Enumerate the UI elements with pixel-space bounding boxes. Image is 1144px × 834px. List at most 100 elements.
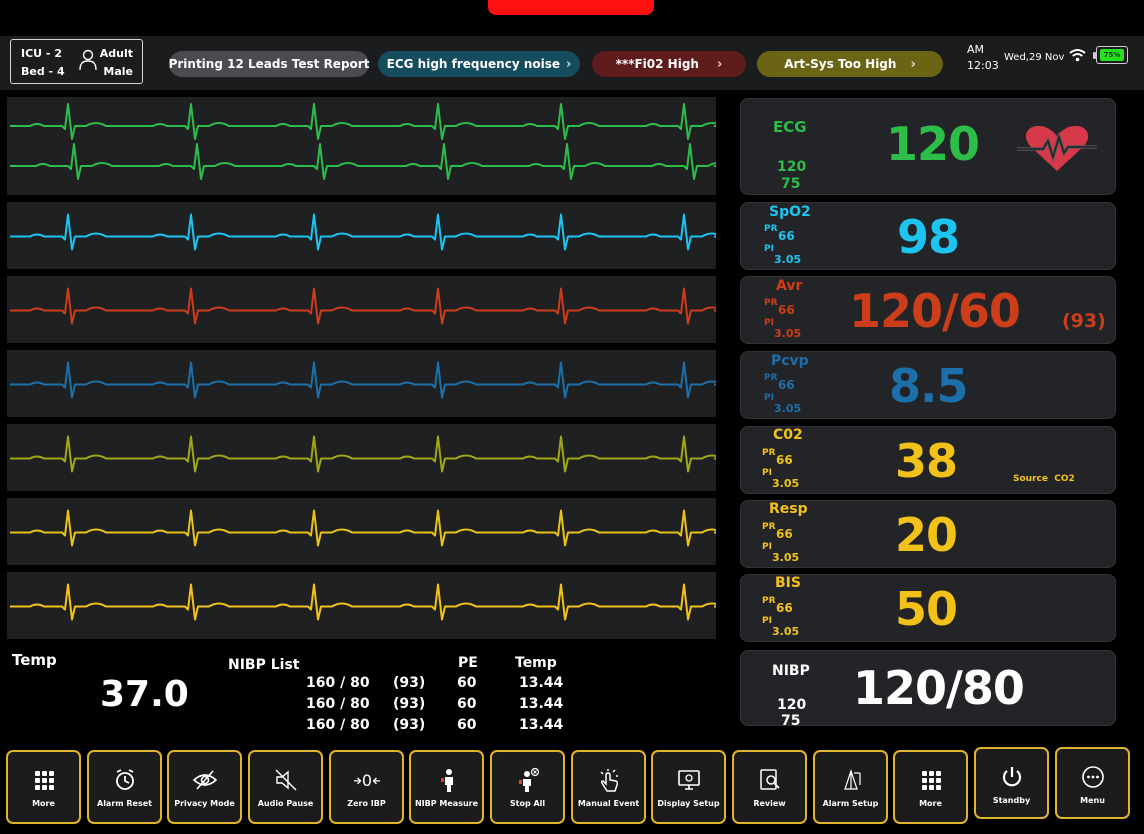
resp-card[interactable]: Resp PR 66 PI 3.05 20 bbox=[740, 500, 1116, 568]
alarm-reset-button[interactable]: Alarm Reset bbox=[87, 750, 162, 824]
alert-ecg-noise[interactable]: ECG high frequency noise › bbox=[378, 51, 580, 77]
standby-button[interactable]: Standby bbox=[974, 747, 1049, 819]
menu-dots-icon bbox=[1057, 763, 1128, 791]
battery-level: 75% bbox=[1100, 49, 1124, 61]
chevron-right-icon: › bbox=[566, 56, 572, 72]
co2-card[interactable]: C02 PR 66 PI 3.05 38 Source CO2 bbox=[740, 426, 1116, 494]
waveform-panel[interactable] bbox=[7, 572, 716, 639]
eye-off-icon bbox=[169, 766, 240, 794]
grid-icon bbox=[8, 766, 79, 794]
nibp-row-bp: 160 / 80 bbox=[306, 675, 370, 691]
waveform-line bbox=[10, 435, 716, 473]
alert-fio2-high[interactable]: ***Fi02 High › bbox=[592, 51, 746, 77]
svg-text:→0←: →0← bbox=[354, 771, 380, 790]
waveform-panel[interactable] bbox=[7, 276, 716, 343]
alert-label: Art-Sys Too High bbox=[784, 57, 897, 71]
zero-ibp-button[interactable]: →0← Zero IBP bbox=[329, 750, 404, 824]
pr-label: PR bbox=[762, 522, 776, 532]
wifi-icon bbox=[1069, 49, 1086, 62]
waveform-trace bbox=[10, 213, 716, 251]
alarm-setup-button[interactable]: Alarm Setup bbox=[813, 750, 888, 824]
avr-label: Avr bbox=[776, 278, 803, 294]
toolbar-button-label: Alarm Reset bbox=[97, 799, 152, 808]
bis-card[interactable]: BIS PR 66 PI 3.05 50 bbox=[740, 574, 1116, 642]
heart-icon bbox=[1017, 125, 1097, 171]
waveform-panel[interactable] bbox=[7, 498, 716, 565]
col-temp: Temp bbox=[515, 655, 557, 671]
ecg-alarm-low: 75 bbox=[781, 176, 801, 192]
waveform-line bbox=[10, 287, 716, 325]
waveform-trace bbox=[10, 583, 716, 621]
patient-info[interactable]: ICU - 2 Bed - 4 Adult Male bbox=[10, 39, 143, 84]
display-setup-button[interactable]: Display Setup bbox=[651, 750, 726, 824]
pi-value: 3.05 bbox=[774, 253, 802, 266]
alert-label: Printing 12 Leads Test Report bbox=[168, 57, 370, 71]
nibp-row-temp: 13.44 bbox=[519, 696, 564, 712]
waveform-line bbox=[10, 509, 716, 547]
pr-value: 66 bbox=[776, 527, 793, 541]
spo2-card[interactable]: SpO2 PR 66 PI 3.05 98 bbox=[740, 202, 1116, 270]
alert-label: ***Fi02 High bbox=[615, 57, 699, 71]
nibp-row-temp: 13.44 bbox=[519, 675, 564, 691]
mute-icon bbox=[250, 766, 321, 794]
hand-tap-icon bbox=[573, 766, 644, 794]
temp-label: Temp bbox=[12, 651, 57, 669]
co2-label: C02 bbox=[773, 427, 803, 443]
nibp-measure-button[interactable]: NIBP Measure bbox=[409, 750, 484, 824]
alarm-reset-icon bbox=[89, 766, 160, 794]
temp-value: 37.0 bbox=[100, 674, 189, 715]
audio-pause-button[interactable]: Audio Pause bbox=[248, 750, 323, 824]
ampm-label: AM bbox=[967, 43, 985, 56]
pr-value: 66 bbox=[776, 453, 793, 467]
privacy-mode-button[interactable]: Privacy Mode bbox=[167, 750, 242, 824]
pcvp-card[interactable]: Pcvp PR 66 PI 3.05 8.5 bbox=[740, 351, 1116, 419]
toolbar-button-label: Menu bbox=[1080, 796, 1105, 805]
stop-all-button[interactable]: Stop All bbox=[490, 750, 565, 824]
person-icon bbox=[79, 49, 97, 71]
review-icon bbox=[734, 766, 805, 794]
co2-value: 38 bbox=[895, 434, 958, 488]
ecg-value: 120 bbox=[886, 117, 980, 171]
waveform-panel[interactable] bbox=[7, 350, 716, 417]
waveform-line bbox=[10, 103, 716, 140]
pi-label: PI bbox=[764, 244, 774, 254]
manual-event-button[interactable]: Manual Event bbox=[571, 750, 646, 824]
grid-icon bbox=[895, 766, 966, 794]
pr-label: PR bbox=[764, 224, 778, 234]
pi-value: 3.05 bbox=[772, 477, 800, 490]
zero-icon: →0← bbox=[331, 766, 402, 794]
waveform-trace bbox=[10, 287, 716, 325]
avr-card[interactable]: Avr PR 66 PI 3.05 120/60 (93) bbox=[740, 276, 1116, 344]
waveform-trace bbox=[10, 435, 716, 473]
alert-printing[interactable]: Printing 12 Leads Test Report bbox=[169, 51, 369, 77]
waveform-panel[interactable] bbox=[7, 97, 716, 195]
review-button[interactable]: Review bbox=[732, 750, 807, 824]
pi-value: 3.05 bbox=[774, 402, 802, 415]
toolbar-button-label: Display Setup bbox=[657, 799, 720, 808]
alarm-setup-icon bbox=[815, 766, 886, 794]
menu-button[interactable]: Menu bbox=[1055, 747, 1130, 819]
waveform-panel[interactable] bbox=[7, 424, 716, 491]
toolbar-button-label: More bbox=[32, 799, 55, 808]
alert-label: ECG high frequency noise bbox=[386, 57, 561, 71]
pr-value: 66 bbox=[778, 229, 795, 243]
nibp-row-temp: 13.44 bbox=[519, 717, 564, 733]
toolbar-button-label: Audio Pause bbox=[257, 799, 314, 808]
waveform-panel[interactable] bbox=[7, 202, 716, 269]
waveform-line bbox=[10, 361, 716, 399]
pi-value: 3.05 bbox=[772, 625, 800, 638]
alert-art-sys-high[interactable]: Art-Sys Too High › bbox=[757, 51, 943, 77]
waveform-line bbox=[10, 213, 716, 251]
waveform-line bbox=[10, 143, 716, 180]
stop-person-icon bbox=[492, 766, 563, 794]
nibp-card[interactable]: NIBP 120 75 120/80 bbox=[740, 650, 1116, 729]
time-label: 12:03 bbox=[967, 59, 999, 72]
nibp-label: NIBP bbox=[772, 663, 810, 679]
toolbar-button-label: Manual Event bbox=[577, 799, 640, 808]
ecg-card[interactable]: ECG 120 75 120 bbox=[740, 98, 1116, 195]
display-icon bbox=[653, 766, 724, 794]
more-button[interactable]: More bbox=[6, 750, 81, 824]
more-button[interactable]: More bbox=[893, 750, 968, 824]
pcvp-value: 8.5 bbox=[889, 359, 968, 413]
ecg-label: ECG bbox=[773, 118, 807, 136]
